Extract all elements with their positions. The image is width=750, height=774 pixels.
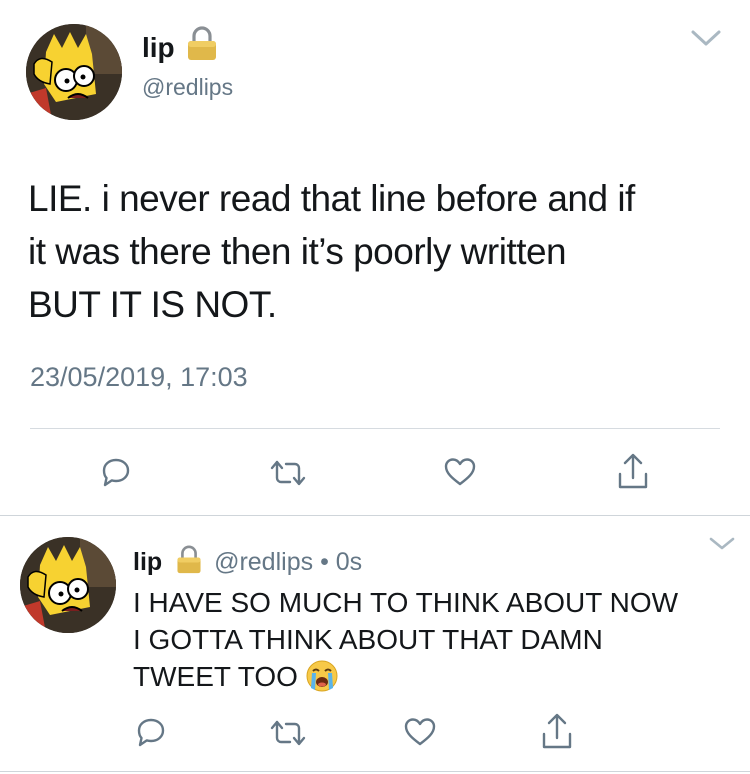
share-icon[interactable] [540,712,574,750]
tweet-text: I HAVE SO MUCH TO THINK ABOUT NOW I GOTT… [133,584,678,701]
retweet-icon[interactable] [268,718,308,748]
retweet-icon[interactable] [268,458,308,488]
tweet-text-line: LIE. i never read that line before and i… [28,178,635,219]
share-icon[interactable] [616,452,650,490]
tweet-age: 0s [335,548,363,577]
reply-icon[interactable] [135,716,167,748]
divider [0,771,750,772]
loudly-crying-face-emoji [306,660,338,701]
heart-icon[interactable] [443,456,477,488]
reply-icon[interactable] [100,456,132,488]
author-name[interactable]: lip [142,32,175,64]
chevron-down-icon[interactable] [708,536,736,552]
tweet-text: LIE. i never read that line before and i… [28,172,635,331]
tweet-timestamp: 23/05/2019, 17:03 [30,362,248,392]
avatar[interactable] [20,537,116,633]
avatar[interactable] [26,24,122,120]
chevron-down-icon[interactable] [690,28,722,48]
separator: • [320,548,329,577]
tweet-text-line: it was there then it’s poorly written [28,231,567,272]
author-handle[interactable]: @redlips [142,74,233,101]
tweet-text-fragment: TWEET TOO [133,661,298,692]
author-name[interactable]: lip [133,548,162,576]
heart-icon[interactable] [403,716,437,748]
tweet-text-line: BUT IT IS NOT. [28,284,277,325]
author-handle[interactable]: @redlips [214,548,313,576]
tweet-text-line: I GOTTA THINK ABOUT THAT DAMN [133,624,603,655]
reply-header: lip @redlips • 0s [133,545,362,582]
divider [30,428,720,429]
lock-icon [185,26,219,67]
tweet-text-line: TWEET TOO [133,658,678,701]
tweet-text-line: I HAVE SO MUCH TO THINK ABOUT NOW [133,587,679,618]
divider [0,515,750,516]
lock-icon [175,545,203,582]
